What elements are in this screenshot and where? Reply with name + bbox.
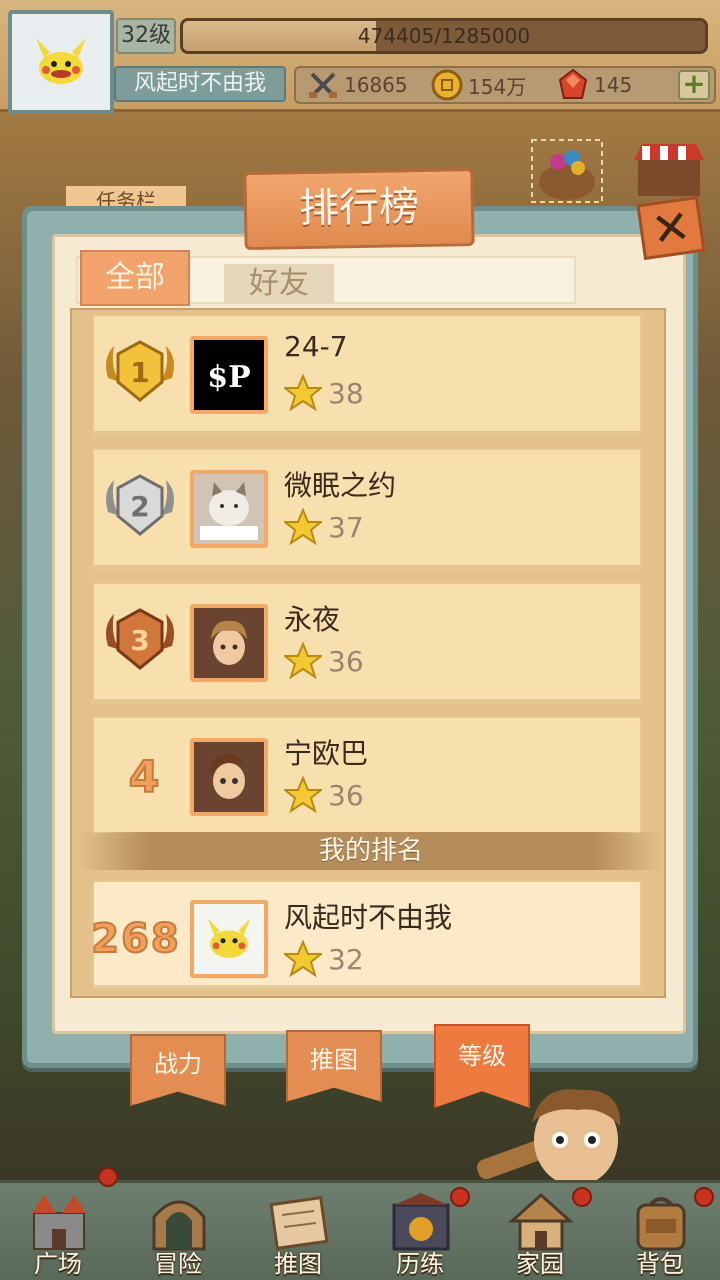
star-icon [284, 776, 322, 814]
boy-avatar-icon [211, 620, 247, 665]
tab-all[interactable]: 全部 [80, 250, 190, 306]
ranking-row[interactable]: 1 $P 24-7 38 [92, 314, 642, 436]
ranking-row[interactable]: 4 宁欧巴 36 [92, 716, 642, 838]
gem-value: 145 [594, 73, 633, 97]
nav-stage[interactable]: 推图 [240, 1183, 356, 1280]
my-rank-banner: 我的排名 [78, 832, 664, 870]
bronze-rank-badge-icon: 3 [106, 608, 174, 670]
player-avatar-thumb[interactable] [190, 470, 268, 548]
add-gems-button[interactable]: + [678, 70, 710, 100]
modal-title: 排行榜 [243, 167, 475, 251]
nav-label: 推图 [274, 1250, 322, 1278]
top-hud: 32级 474405/1285000 风起时不由我 16865 154万 145… [0, 0, 720, 114]
silver-rank-badge-icon: 2 [106, 474, 174, 536]
nav-label: 广场 [34, 1250, 82, 1278]
player-avatar-thumb[interactable] [190, 738, 268, 816]
player-level: 32级 [116, 18, 176, 54]
my-ranking-row[interactable]: 268 风起时不由我 32 [90, 880, 642, 990]
svg-text:1: 1 [130, 356, 149, 389]
player-name: 宁欧巴 [284, 737, 369, 770]
ranking-tabs: 全部 好友 [76, 250, 576, 306]
cat-avatar-icon [200, 482, 258, 540]
close-button[interactable]: ✕ [636, 195, 706, 261]
experience-bar: 474405/1285000 [180, 18, 708, 54]
player-name: 永夜 [284, 603, 341, 636]
gold-value: 154万 [468, 74, 527, 99]
svg-text:2: 2 [130, 490, 149, 523]
red-gem-icon [558, 68, 588, 99]
score-value: 36 [328, 644, 364, 678]
player-avatar[interactable] [8, 10, 114, 114]
experience-text: 474405/1285000 [357, 24, 531, 48]
bottom-navigation: 广场 冒险 推图 历练 家园 背包 [0, 1167, 720, 1280]
player-name: 24-7 [284, 330, 348, 363]
nav-plaza[interactable]: 广场 [0, 1183, 116, 1280]
star-icon [284, 508, 322, 546]
resource-bar: 16865 154万 145 + [294, 66, 716, 104]
boy-avatar-icon [210, 753, 247, 799]
gold-rank-badge-icon: 1 [106, 340, 174, 402]
player-score: 37 [284, 508, 364, 546]
ribbon-power[interactable]: 战力 [130, 1034, 226, 1106]
player-name: 微眠之约 [284, 469, 397, 502]
player-avatar-thumb[interactable]: $P [190, 336, 268, 414]
rank-number: 4 [128, 751, 161, 804]
svg-text:3: 3 [130, 624, 149, 657]
my-rank-number: 268 [90, 915, 181, 963]
logo-avatar-icon: $P [207, 360, 250, 395]
nav-label: 历练 [396, 1250, 444, 1278]
notification-dot [98, 1167, 118, 1187]
my-score: 32 [284, 940, 364, 978]
notification-dot [450, 1187, 470, 1207]
nav-label: 背包 [636, 1250, 684, 1278]
player-score: 36 [284, 776, 364, 814]
svg-text:$P: $P [207, 360, 250, 395]
nav-label: 家园 [516, 1250, 564, 1278]
tab-friends[interactable]: 好友 [224, 264, 334, 304]
power-resource: 16865 [306, 68, 408, 102]
ranking-row[interactable]: 2 微眠之约 37 [92, 448, 642, 570]
star-icon [284, 374, 322, 412]
player-score: 38 [284, 374, 364, 412]
gem-resource: 145 [556, 68, 632, 102]
nav-adventure[interactable]: 冒险 [120, 1183, 236, 1280]
score-value: 32 [328, 942, 364, 976]
treasure-bag-icon[interactable] [528, 136, 606, 206]
crossed-swords-icon [309, 72, 337, 98]
star-icon [284, 940, 322, 978]
power-value: 16865 [344, 73, 408, 97]
my-avatar-thumb[interactable] [190, 900, 268, 978]
notification-dot [572, 1187, 592, 1207]
score-value: 36 [328, 778, 364, 812]
gold-coin-icon [431, 69, 463, 101]
star-icon [284, 642, 322, 680]
player-avatar-thumb[interactable] [190, 604, 268, 682]
gold-resource: 154万 [430, 68, 526, 102]
score-value: 38 [328, 376, 364, 410]
ranking-row[interactable]: 3 永夜 36 [92, 582, 642, 704]
player-name[interactable]: 风起时不由我 [114, 66, 286, 102]
nav-label: 冒险 [154, 1250, 202, 1278]
ribbon-stage[interactable]: 推图 [286, 1030, 382, 1102]
score-value: 37 [328, 510, 364, 544]
pikachu-avatar-icon [207, 918, 251, 958]
notification-dot [694, 1187, 714, 1207]
pikachu-avatar-icon [36, 38, 86, 84]
player-score: 36 [284, 642, 364, 680]
my-name: 风起时不由我 [284, 901, 453, 934]
